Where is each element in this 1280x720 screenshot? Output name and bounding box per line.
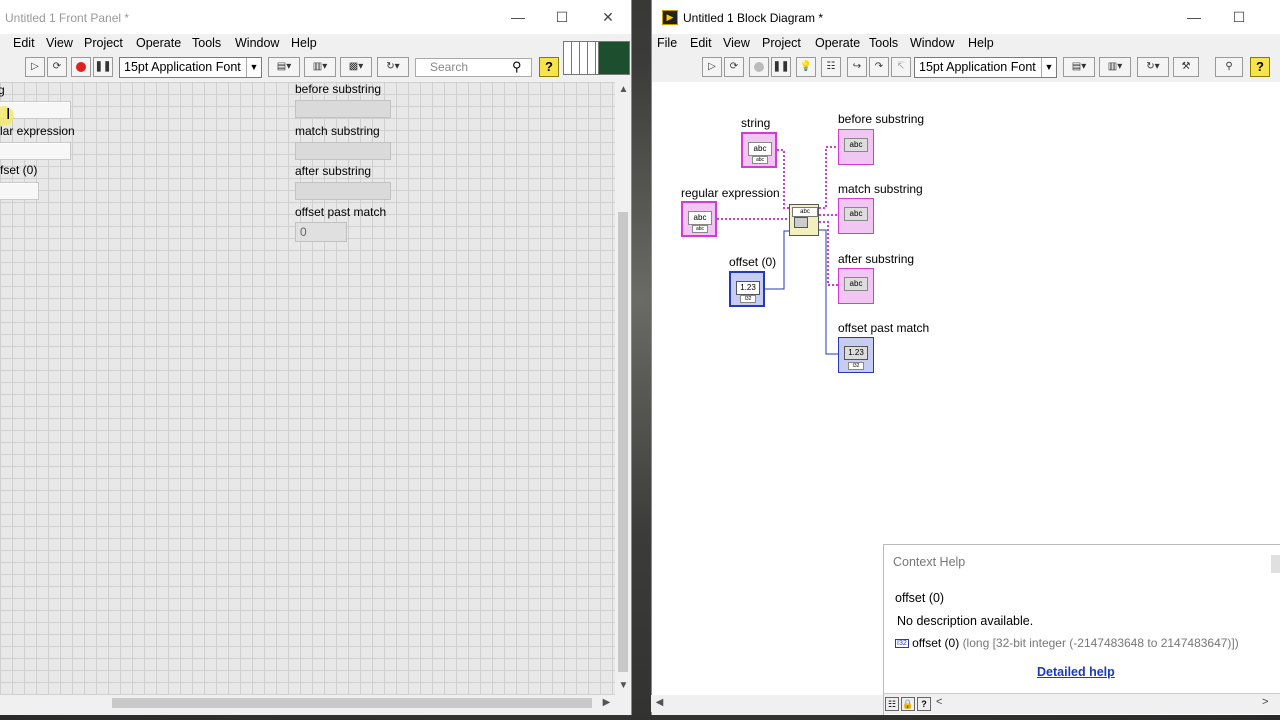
show-optional-terminals-icon[interactable]: ☷ xyxy=(885,697,899,711)
terminal-label-before: before substring xyxy=(838,112,925,126)
match-pattern-function-node[interactable]: abc xyxy=(789,204,819,236)
string-terminal[interactable]: abc abc xyxy=(741,132,777,168)
scroll-left-icon[interactable]: < xyxy=(936,696,942,708)
context-help-window: Context Help offset (0) No description a… xyxy=(883,544,1280,715)
offset-past-match-terminal[interactable]: 1.23 I32 xyxy=(838,337,874,373)
terminal-label-offset: offset (0) xyxy=(729,255,777,269)
offset-type-tag: I32 xyxy=(740,295,756,303)
terminal-label-string: string xyxy=(741,116,771,130)
block-diagram-horizontal-scrollbar[interactable]: ◀ xyxy=(651,695,883,712)
offset-glyph: 1.23 xyxy=(736,281,760,295)
terminal-label-regex: regular expression xyxy=(681,186,780,200)
regex-terminal[interactable]: abc abc xyxy=(681,201,717,237)
match-pattern-glyph: abc xyxy=(792,207,818,217)
context-help-terminal-name: offset (0) xyxy=(912,636,960,650)
scroll-right-icon[interactable]: > xyxy=(1262,696,1268,708)
context-help-name: offset (0) xyxy=(895,591,945,605)
context-help-terminal-type: (long [32-bit integer (-2147483648 to 21… xyxy=(962,636,1239,650)
regex-type-tag: abc xyxy=(692,225,708,233)
wire-before[interactable] xyxy=(819,146,838,209)
terminal-label-match: match substring xyxy=(838,182,923,196)
terminal-label-offset-past: offset past match xyxy=(838,321,930,335)
lock-icon[interactable]: 🔒 xyxy=(901,697,915,711)
context-help-description: No description available. xyxy=(897,614,1034,628)
context-help-title: Context Help xyxy=(893,555,966,569)
regex-glyph: abc xyxy=(688,211,712,225)
before-glyph: abc xyxy=(844,138,868,152)
string-type-tag: abc xyxy=(752,156,768,164)
detailed-help-link[interactable]: Detailed help xyxy=(1037,665,1115,679)
context-help-bottom-bar: ☷ 🔒 ? < > xyxy=(884,693,1280,714)
help-icon[interactable]: ? xyxy=(917,697,931,711)
i32-icon: I32 xyxy=(895,639,909,649)
scroll-left-icon[interactable]: ◀ xyxy=(651,697,668,708)
offset-past-type-tag: I32 xyxy=(848,362,864,370)
offset-terminal[interactable]: 1.23 I32 xyxy=(729,271,765,307)
context-help-terminal-info: I32 offset (0) (long [32-bit integer (-2… xyxy=(895,636,1239,650)
match-glyph: abc xyxy=(844,207,868,221)
after-substring-terminal[interactable]: abc xyxy=(838,268,874,304)
before-substring-terminal[interactable]: abc xyxy=(838,129,874,165)
context-help-close-area[interactable] xyxy=(1271,555,1280,573)
pattern-match-icon xyxy=(794,217,808,228)
offset-past-glyph: 1.23 xyxy=(844,346,868,360)
wire-offset-past[interactable] xyxy=(819,229,838,355)
after-glyph: abc xyxy=(844,277,868,291)
string-glyph: abc xyxy=(748,142,772,156)
terminal-label-after: after substring xyxy=(838,252,915,266)
match-substring-terminal[interactable]: abc xyxy=(838,198,874,234)
wire-after[interactable] xyxy=(819,221,838,286)
